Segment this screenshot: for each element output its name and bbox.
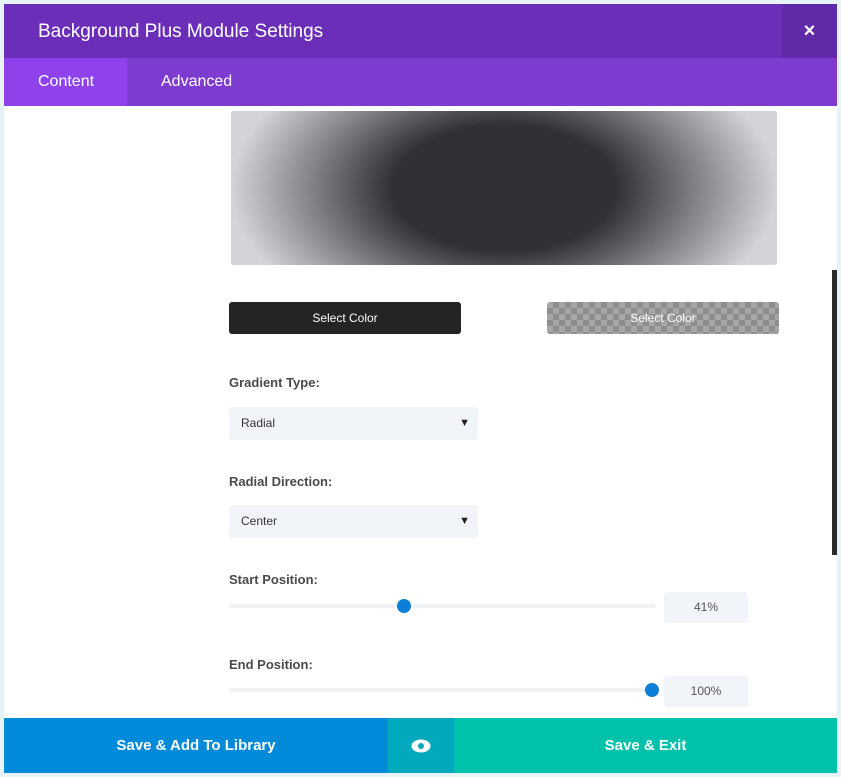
gradient-type-label: Gradient Type: [229, 375, 320, 390]
save-exit-button[interactable]: Save & Exit [454, 718, 837, 773]
slider-handle[interactable] [645, 683, 659, 697]
settings-modal: Background Plus Module Settings × Conten… [4, 4, 837, 773]
end-color-button[interactable]: Select Color [547, 302, 779, 334]
modal-header: Background Plus Module Settings × [4, 4, 837, 58]
modal-footer: Save & Add To Library Save & Exit [4, 718, 837, 773]
start-position-input[interactable]: 41% [664, 592, 748, 623]
gradient-preview [231, 111, 777, 265]
radial-direction-label: Radial Direction: [229, 474, 333, 489]
gradient-type-select[interactable]: Radial ▼ [229, 407, 478, 440]
start-color-button[interactable]: Select Color [229, 302, 461, 334]
preview-button[interactable] [388, 718, 454, 773]
slider-handle[interactable] [397, 599, 412, 613]
tab-content[interactable]: Content [4, 58, 127, 106]
start-position-slider[interactable] [229, 599, 656, 613]
start-position-label: Start Position: [229, 572, 318, 587]
gradient-type-value: Radial [241, 416, 276, 430]
save-add-library-button[interactable]: Save & Add To Library [4, 718, 388, 773]
end-position-slider[interactable] [229, 683, 659, 697]
end-position-input[interactable]: 100% [664, 676, 748, 707]
close-icon[interactable]: × [782, 4, 837, 58]
dropdown-arrow-icon: ▼ [459, 417, 470, 429]
end-position-label: End Position: [229, 657, 313, 672]
scrollbar[interactable] [832, 270, 837, 555]
tab-advanced[interactable]: Advanced [127, 58, 266, 106]
radial-direction-value: Center [241, 514, 278, 528]
eye-icon [411, 739, 431, 753]
dropdown-arrow-icon: ▼ [459, 515, 470, 527]
tab-bar: Content Advanced [4, 58, 837, 106]
modal-title: Background Plus Module Settings [38, 21, 324, 42]
radial-direction-select[interactable]: Center ▼ [229, 505, 478, 538]
